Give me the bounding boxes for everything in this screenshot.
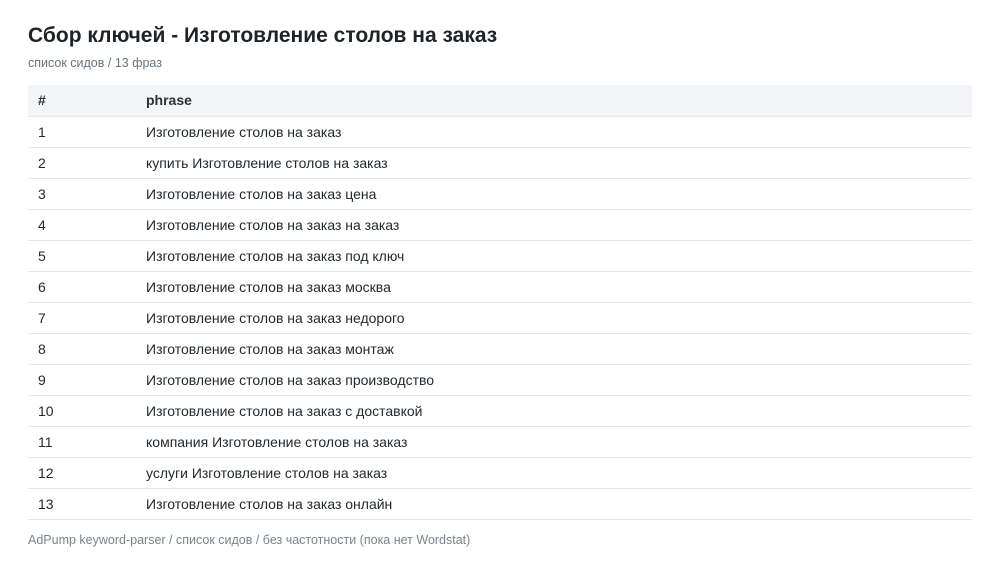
table-row: 7 Изготовление столов на заказ недорого — [28, 302, 972, 334]
row-phrase: Изготовление столов на заказ цена — [136, 178, 972, 210]
table-body: 1 Изготовление столов на заказ 2 купить … — [28, 116, 972, 520]
table-row: 6 Изготовление столов на заказ москва — [28, 271, 972, 303]
page-subtitle: список сидов / 13 фраз — [28, 56, 162, 70]
table-row: 4 Изготовление столов на заказ на заказ — [28, 209, 972, 241]
table-row: 9 Изготовление столов на заказ производс… — [28, 364, 972, 396]
row-number: 7 — [28, 302, 136, 334]
page: Сбор ключей - Изготовление столов на зак… — [0, 0, 1000, 565]
row-number: 3 — [28, 178, 136, 210]
table-row: 11 компания Изготовление столов на заказ — [28, 426, 972, 458]
row-number: 11 — [28, 426, 136, 458]
table-header-row: # phrase — [28, 85, 972, 117]
row-number: 4 — [28, 209, 136, 241]
table-row: 1 Изготовление столов на заказ — [28, 116, 972, 148]
row-number: 2 — [28, 147, 136, 179]
row-phrase: Изготовление столов на заказ онлайн — [136, 488, 972, 520]
row-number: 12 — [28, 457, 136, 489]
row-phrase: услуги Изготовление столов на заказ — [136, 457, 972, 489]
row-number: 6 — [28, 271, 136, 303]
row-phrase: Изготовление столов на заказ с доставкой — [136, 395, 972, 427]
row-phrase: Изготовление столов на заказ москва — [136, 271, 972, 303]
row-number: 13 — [28, 488, 136, 520]
row-phrase: компания Изготовление столов на заказ — [136, 426, 972, 458]
row-number: 1 — [28, 116, 136, 148]
row-number: 10 — [28, 395, 136, 427]
row-number: 5 — [28, 240, 136, 272]
table-header: # phrase — [28, 85, 972, 117]
row-number: 8 — [28, 333, 136, 365]
column-header-number: # — [28, 85, 136, 117]
row-phrase: Изготовление столов на заказ — [136, 116, 972, 148]
table-row: 5 Изготовление столов на заказ под ключ — [28, 240, 972, 272]
table-row: 3 Изготовление столов на заказ цена — [28, 178, 972, 210]
table-row: 12 услуги Изготовление столов на заказ — [28, 457, 972, 489]
row-phrase: Изготовление столов на заказ на заказ — [136, 209, 972, 241]
keywords-table: # phrase 1 Изготовление столов на заказ … — [28, 85, 972, 520]
row-phrase: Изготовление столов на заказ монтаж — [136, 333, 972, 365]
table-row: 10 Изготовление столов на заказ с достав… — [28, 395, 972, 427]
row-number: 9 — [28, 364, 136, 396]
row-phrase: Изготовление столов на заказ производств… — [136, 364, 972, 396]
column-header-phrase: phrase — [136, 85, 972, 117]
row-phrase: Изготовление столов на заказ недорого — [136, 302, 972, 334]
table-row: 13 Изготовление столов на заказ онлайн — [28, 488, 972, 520]
footer-note: AdPump keyword-parser / список сидов / б… — [28, 533, 471, 547]
table-row: 8 Изготовление столов на заказ монтаж — [28, 333, 972, 365]
table-row: 2 купить Изготовление столов на заказ — [28, 147, 972, 179]
page-title: Сбор ключей - Изготовление столов на зак… — [28, 24, 498, 47]
row-phrase: купить Изготовление столов на заказ — [136, 147, 972, 179]
row-phrase: Изготовление столов на заказ под ключ — [136, 240, 972, 272]
